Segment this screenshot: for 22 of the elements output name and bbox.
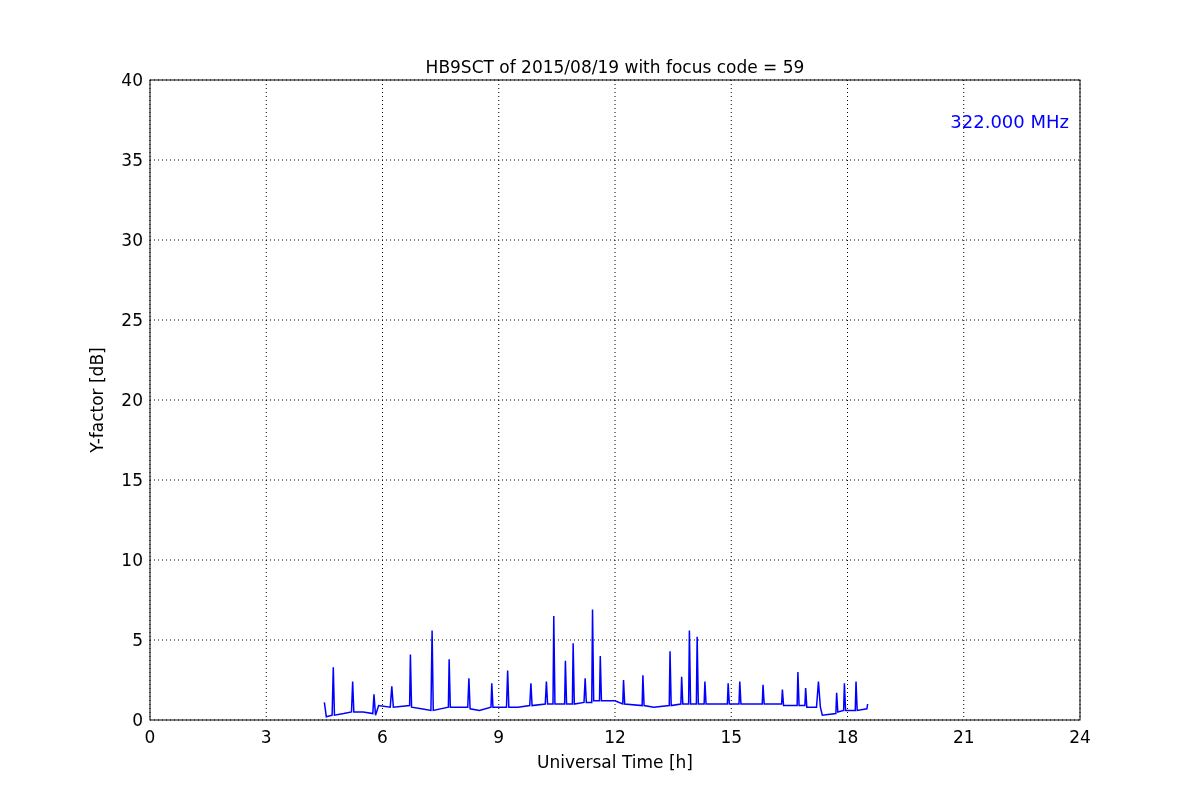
y-tick-label: 10 <box>121 550 143 570</box>
x-tick-label: 15 <box>720 727 743 747</box>
x-axis-label: Universal Time [h] <box>537 752 693 772</box>
x-tick-label: 3 <box>260 727 272 747</box>
x-tick-label: 18 <box>836 727 859 747</box>
chart-title: HB9SCT of 2015/08/19 with focus code = 59 <box>425 57 805 77</box>
y-tick-label: 15 <box>121 470 143 490</box>
x-tick-label: 21 <box>952 727 975 747</box>
y-tick-label: 5 <box>132 630 143 650</box>
y-tick-label: 20 <box>121 390 143 410</box>
frequency-label: 322.000 MHz <box>950 111 1069 132</box>
x-tick-label: 9 <box>493 727 505 747</box>
y-tick-label: 40 <box>121 70 143 90</box>
x-tick-label: 24 <box>1069 727 1091 747</box>
y-tick-label: 30 <box>121 230 143 250</box>
x-tick-label: 0 <box>144 727 156 747</box>
y-axis-label: Y-factor [dB] <box>87 347 107 453</box>
y-tick-label: 35 <box>121 150 143 170</box>
x-tick-label: 6 <box>377 727 388 747</box>
x-tick-label: 12 <box>604 727 626 747</box>
y-tick-label: 0 <box>132 710 143 730</box>
y-tick-label: 25 <box>121 310 143 330</box>
